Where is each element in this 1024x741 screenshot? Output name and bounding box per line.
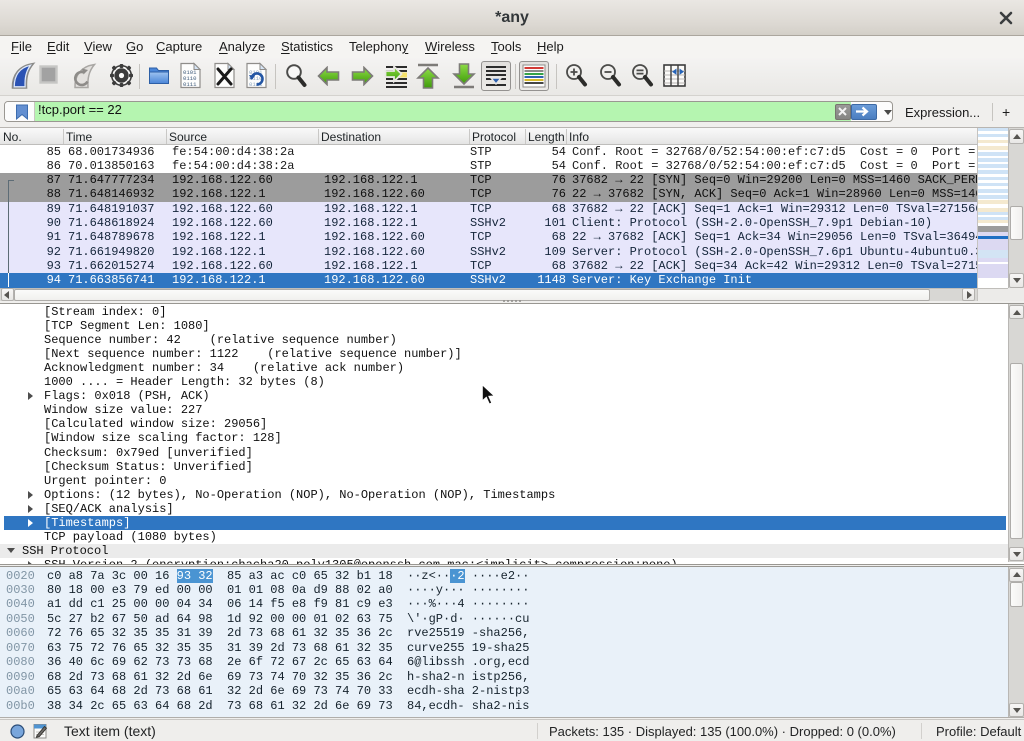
svg-text:0111: 0111 [183,81,197,88]
